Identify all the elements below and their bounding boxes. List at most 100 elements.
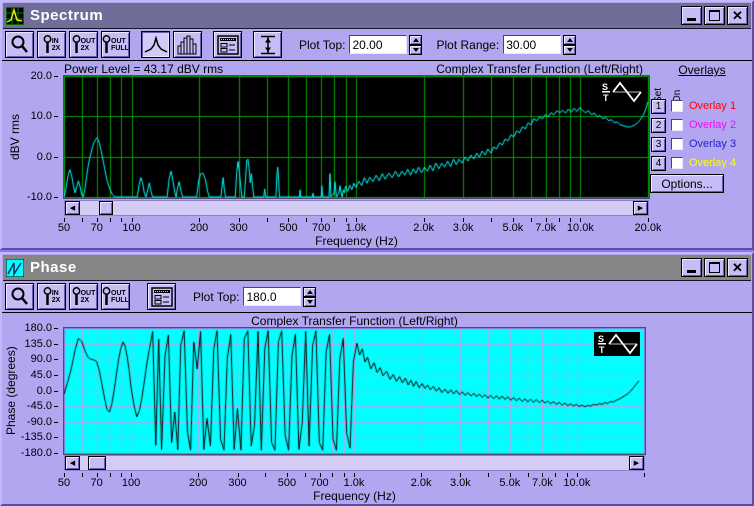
magnifier-small-icon: [43, 286, 52, 305]
phase-plot-top-spinner-up[interactable]: [303, 286, 317, 297]
phase-x-axis-title: Frequency (Hz): [313, 489, 396, 503]
desktop: Spectrum ✕ IN 2X OUT 2X OUT FULL Plot To…: [0, 0, 754, 506]
svg-text:S: S: [598, 334, 604, 344]
phase-plot-header: Complex Transfer Function (Left/Right): [251, 314, 458, 328]
spectrum-maximize-button[interactable]: [704, 6, 725, 25]
overlay-4-label: Overlay 4: [689, 157, 737, 169]
spectrum-window-title: Spectrum: [30, 7, 104, 24]
phase-y-tick-labels: 180.0 135.0 90.0 45.0 0.0 -45.0 -90.0 -135.0 -18…: [2, 322, 59, 459]
minimize-icon: [687, 18, 696, 21]
plot-range-input[interactable]: [503, 35, 562, 54]
zoom-out-full-label: OUT FULL: [111, 37, 129, 52]
overlay-3-set-button[interactable]: 3: [651, 137, 666, 152]
x-tick-label: 10.0k: [566, 222, 594, 234]
overlay-4-checkbox[interactable]: [671, 157, 683, 169]
plot-top-spinner-down[interactable]: [409, 44, 423, 55]
overlay-3-checkbox[interactable]: [671, 138, 683, 150]
spectrum-scroll-thumb[interactable]: [99, 201, 113, 215]
zoom-in-2x-label: IN 2X: [51, 289, 61, 304]
dialog-icon: [216, 34, 239, 55]
spectrum-line-plot-button[interactable]: [141, 31, 170, 58]
phase-scroll-thumb[interactable]: [88, 456, 106, 470]
overlay-row: 4 Overlay 4: [650, 156, 754, 173]
phase-client-area: Complex Transfer Function (Left/Right) P…: [2, 313, 752, 505]
spinner-down-icon: [566, 47, 573, 52]
overlays-options-button[interactable]: Options...: [650, 174, 724, 193]
y-tick-label: -45.0: [26, 400, 59, 413]
spectrum-bar-plot-button[interactable]: [173, 31, 202, 58]
phase-maximize-button[interactable]: [704, 258, 725, 277]
spectrum-zoom-in-2x-button[interactable]: IN 2X: [37, 31, 66, 58]
overlay-1-checkbox[interactable]: [671, 100, 683, 112]
spectrum-close-button[interactable]: ✕: [727, 6, 748, 25]
magnifier-small-icon: [72, 286, 81, 305]
overlay-2-checkbox[interactable]: [671, 119, 683, 131]
spectrum-window: Spectrum ✕ IN 2X OUT 2X OUT FULL Plot To…: [0, 0, 754, 250]
x-tick-label: 500: [277, 477, 297, 489]
scroll-right-arrow[interactable]: ▶: [633, 201, 648, 215]
phase-plot-top-input[interactable]: [243, 287, 302, 306]
phase-zoom-in-2x-button[interactable]: IN 2X: [37, 283, 66, 310]
spectrum-display-options-button[interactable]: [213, 31, 242, 58]
spectrum-plot-canvas[interactable]: [64, 76, 649, 198]
x-tick-label: 100: [122, 222, 141, 234]
phase-h-scrollbar[interactable]: ◀ ▶: [64, 455, 645, 471]
x-tick-label: 50: [57, 222, 71, 234]
spectrum-h-scrollbar[interactable]: ◀ ▶: [64, 200, 649, 216]
plot-range-spinner-up[interactable]: [563, 34, 577, 45]
spectrum-autoscale-button[interactable]: [253, 31, 282, 58]
phase-plot-canvas[interactable]: [64, 328, 645, 454]
x-tick-label: 200: [189, 222, 209, 234]
phase-plot-area[interactable]: S T: [63, 327, 646, 455]
power-level-readout: Power Level = 43.17 dBV rms: [64, 62, 224, 76]
overlay-1-set-button[interactable]: 1: [651, 99, 666, 114]
sound-technology-logo: S T: [594, 332, 640, 356]
x-tick-label: 200: [189, 477, 208, 489]
magnifier-small-icon: [72, 34, 81, 53]
phase-zoom-out-2x-button[interactable]: OUT 2X: [69, 283, 98, 310]
spinner-down-icon: [306, 299, 313, 304]
spectrum-curve-icon: [144, 35, 167, 53]
overlays-panel: Overlays Set On 1 Overlay 1 2 Overlay 2 …: [650, 61, 754, 249]
phase-close-button[interactable]: ✕: [727, 258, 748, 277]
overlay-4-set-button[interactable]: 4: [651, 156, 666, 171]
phase-minimize-button[interactable]: [681, 258, 702, 277]
y-tick-label: 10.0: [30, 110, 59, 123]
x-tick-label: 100: [121, 477, 141, 489]
phase-plot-top-spinner-down[interactable]: [303, 296, 317, 307]
y-tick-label: -135.0: [20, 431, 59, 444]
phase-zoom-out-full-button[interactable]: OUT FULL: [101, 283, 130, 310]
phase-zoom-button[interactable]: [5, 283, 34, 310]
scroll-right-arrow[interactable]: ▶: [629, 456, 644, 470]
spectrum-zoom-out-2x-button[interactable]: OUT 2X: [69, 31, 98, 58]
zoom-out-full-label: OUT FULL: [111, 289, 129, 304]
phase-toolbar: IN 2X OUT 2X OUT FULL Plot Top:: [2, 281, 752, 313]
scroll-left-arrow[interactable]: ◀: [65, 456, 80, 470]
plot-top-label: Plot Top:: [193, 289, 240, 304]
spectrum-minimize-button[interactable]: [681, 6, 702, 25]
phase-display-options-button[interactable]: [147, 283, 176, 310]
spectrum-titlebar[interactable]: Spectrum ✕: [3, 3, 751, 29]
overlay-2-set-button[interactable]: 2: [651, 118, 666, 133]
x-tick-label: 7.0k: [531, 477, 553, 489]
scroll-left-arrow[interactable]: ◀: [65, 201, 80, 215]
phase-titlebar[interactable]: Phase ✕: [3, 255, 751, 281]
x-tick-label: 3.0k: [452, 222, 474, 234]
magnifier-icon: [11, 287, 28, 305]
spectrum-zoom-out-full-button[interactable]: OUT FULL: [101, 31, 130, 58]
plot-range-spinner-down[interactable]: [563, 44, 577, 55]
x-tick-label: 500: [279, 222, 298, 234]
x-tick-label: 1.0k: [345, 222, 367, 234]
x-tick-label: 2.0k: [410, 477, 432, 489]
overlay-row: 1 Overlay 1: [650, 99, 754, 116]
dialog-icon: [150, 286, 173, 307]
zoom-out-2x-label: OUT 2X: [80, 289, 96, 304]
phase-window-icon: [6, 258, 24, 277]
spectrum-plot-area[interactable]: S T: [63, 75, 650, 199]
magnifier-icon: [11, 35, 28, 53]
spectrum-client-area: Power Level = 43.17 dBV rms Complex Tran…: [2, 61, 752, 249]
spectrum-zoom-button[interactable]: [5, 31, 34, 58]
plot-top-spinner-up[interactable]: [409, 34, 423, 45]
x-tick-label: 5.0k: [502, 222, 524, 234]
plot-top-input[interactable]: [349, 35, 408, 54]
